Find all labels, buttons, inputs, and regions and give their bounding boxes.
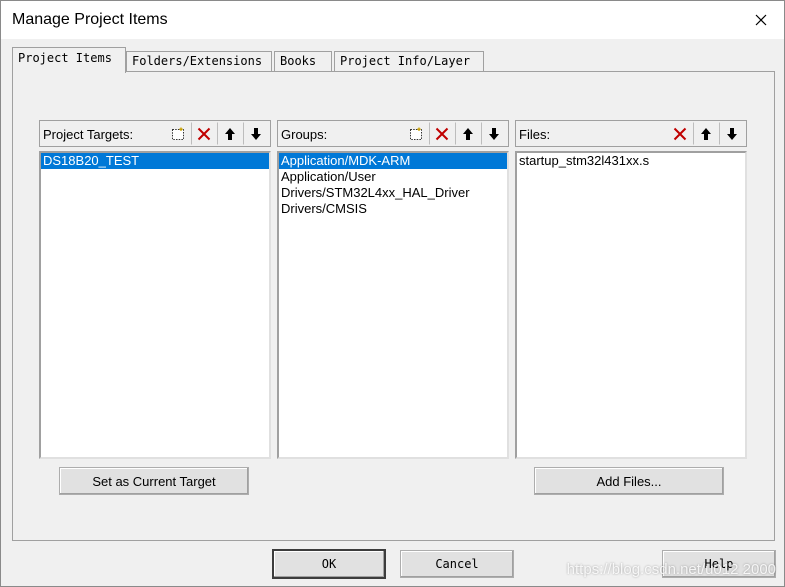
files-move-up-button[interactable]: [693, 122, 719, 145]
delete-icon: [435, 127, 449, 140]
targets-move-down-button[interactable]: [243, 122, 269, 145]
set-as-current-target-button[interactable]: Set as Current Target: [59, 467, 249, 495]
targets-column: Project Targets: DS18B20_TEST: [39, 120, 271, 459]
targets-list[interactable]: DS18B20_TEST: [39, 151, 271, 459]
arrow-down-icon: [727, 127, 737, 140]
new-item-icon: [172, 127, 184, 140]
list-item[interactable]: startup_stm32l431xx.s: [517, 153, 745, 169]
groups-toolbar: [403, 122, 507, 145]
tab-project-info-layer[interactable]: Project Info/Layer: [334, 51, 484, 71]
list-item[interactable]: Drivers/STM32L4xx_HAL_Driver: [279, 185, 507, 201]
arrow-down-icon: [251, 127, 261, 140]
watermark: https://blog.csdn.net/u012 2000: [566, 561, 776, 578]
tab-books[interactable]: Books: [274, 51, 332, 71]
list-item[interactable]: DS18B20_TEST: [41, 153, 269, 169]
arrow-up-icon: [225, 127, 235, 140]
tab-project-items[interactable]: Project Items: [12, 47, 126, 73]
new-item-icon: [410, 127, 422, 140]
files-toolbar: [667, 122, 745, 145]
add-files-button[interactable]: Add Files...: [534, 467, 724, 495]
project-items-panel: Project Targets: DS18B20_TEST Groups: Ap…: [12, 71, 775, 541]
groups-move-up-button[interactable]: [455, 122, 481, 145]
manage-project-items-dialog: Manage Project Items Project Items Folde…: [0, 0, 785, 587]
groups-move-down-button[interactable]: [481, 122, 507, 145]
targets-new-button[interactable]: [165, 122, 191, 145]
ok-button[interactable]: OK: [272, 549, 386, 579]
title-bar: Manage Project Items: [1, 1, 784, 39]
targets-toolbar: [165, 122, 269, 145]
window-title: Manage Project Items: [12, 11, 168, 28]
files-list[interactable]: startup_stm32l431xx.s: [515, 151, 747, 459]
files-move-down-button[interactable]: [719, 122, 745, 145]
tab-folders-extensions[interactable]: Folders/Extensions: [126, 51, 272, 71]
groups-new-button[interactable]: [403, 122, 429, 145]
targets-delete-button[interactable]: [191, 122, 217, 145]
files-label: Files:: [519, 127, 551, 142]
arrow-up-icon: [463, 127, 473, 140]
arrow-down-icon: [489, 127, 499, 140]
arrow-up-icon: [701, 127, 711, 140]
groups-delete-button[interactable]: [429, 122, 455, 145]
list-item[interactable]: Application/User: [279, 169, 507, 185]
files-column: Files: startup_stm32l431xx.s: [515, 120, 747, 459]
delete-icon: [197, 127, 211, 140]
groups-label: Groups:: [281, 127, 328, 142]
groups-header: Groups:: [277, 120, 509, 147]
targets-move-up-button[interactable]: [217, 122, 243, 145]
cancel-button[interactable]: Cancel: [400, 550, 514, 578]
files-delete-button[interactable]: [667, 122, 693, 145]
targets-label: Project Targets:: [43, 127, 134, 142]
files-header: Files:: [515, 120, 747, 147]
delete-icon: [673, 127, 687, 140]
close-button[interactable]: [738, 1, 784, 39]
groups-list[interactable]: Application/MDK-ARM Application/User Dri…: [277, 151, 509, 459]
list-item[interactable]: Application/MDK-ARM: [279, 153, 507, 169]
targets-header: Project Targets:: [39, 120, 271, 147]
close-icon: [755, 14, 767, 26]
groups-column: Groups: Application/MDK-ARM Application/…: [277, 120, 509, 459]
list-item[interactable]: Drivers/CMSIS: [279, 201, 507, 217]
